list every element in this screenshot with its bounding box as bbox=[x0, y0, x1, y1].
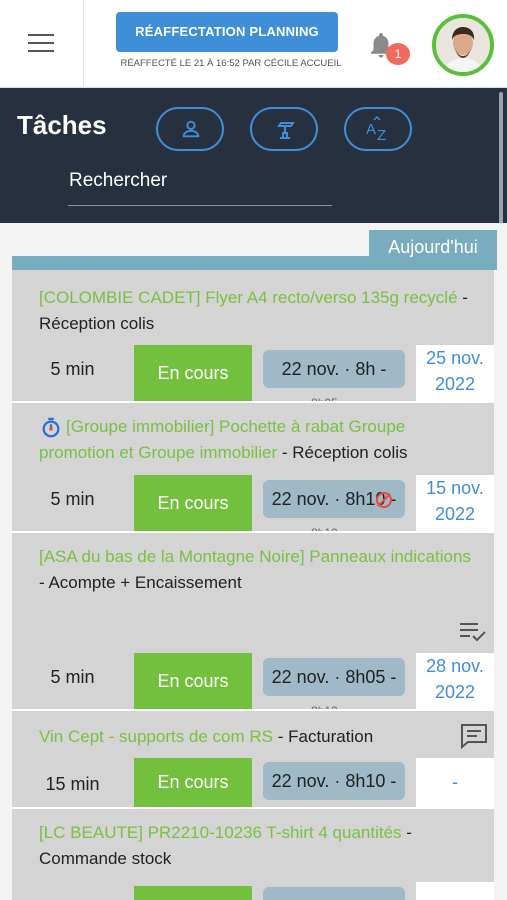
task-title: [COLOMBIE CADET] Flyer A4 recto/verso 13… bbox=[39, 285, 479, 337]
task-client: Vin Cept - supports de com RS bbox=[39, 727, 274, 746]
avatar[interactable] bbox=[432, 14, 494, 76]
search-input[interactable]: Rechercher bbox=[69, 170, 167, 192]
menu-icon[interactable] bbox=[28, 34, 54, 54]
status-button[interactable] bbox=[134, 886, 252, 900]
filter-machine-button[interactable] bbox=[250, 107, 318, 151]
search-underline bbox=[68, 205, 332, 206]
task-duration: 5 min bbox=[50, 359, 95, 379]
task-item[interactable]: [COLOMBIE CADET] Flyer A4 recto/verso 13… bbox=[12, 270, 494, 402]
user-icon bbox=[182, 120, 200, 138]
status-button[interactable]: En cours bbox=[134, 475, 252, 531]
top-bar: RÉAFFECTATION PLANNING RÉAFFECTÉ LE 21 À… bbox=[0, 0, 507, 88]
user-photo bbox=[436, 18, 490, 72]
today-tab[interactable]: Aujourd'hui bbox=[369, 230, 497, 264]
task-client: [ASA du bas de la Montagne Noire] Pannea… bbox=[39, 547, 471, 566]
svg-text:A: A bbox=[366, 121, 376, 138]
alarm-icon bbox=[376, 492, 392, 508]
task-client: [LC BEAUTE] PR2210-10236 T-shirt 4 quant… bbox=[39, 823, 402, 842]
start-date bbox=[263, 887, 405, 900]
start-date: 22 nov. · 8h - bbox=[263, 350, 405, 388]
filter-sort-button[interactable]: A Z bbox=[344, 107, 412, 151]
task-item[interactable]: [LC BEAUTE] PR2210-10236 T-shirt 4 quant… bbox=[12, 809, 494, 900]
task-client: [COLOMBIE CADET] Flyer A4 recto/verso 13… bbox=[39, 288, 458, 307]
task-title: [LC BEAUTE] PR2210-10236 T-shirt 4 quant… bbox=[39, 820, 479, 872]
drill-icon bbox=[277, 122, 295, 139]
due-date: 28 nov. 2022 bbox=[416, 653, 494, 709]
divider bbox=[83, 0, 84, 88]
filter-user-button[interactable] bbox=[156, 107, 224, 151]
due-date bbox=[416, 882, 494, 900]
sort-az-icon: A Z bbox=[366, 116, 386, 144]
svg-text:Z: Z bbox=[377, 127, 386, 144]
task-step: - Réception colis bbox=[277, 443, 408, 462]
task-item[interactable]: [ASA du bas de la Montagne Noire] Pannea… bbox=[12, 533, 494, 709]
status-button[interactable]: En cours bbox=[134, 758, 252, 807]
task-duration: 5 min bbox=[50, 667, 95, 687]
task-duration: 5 min bbox=[50, 489, 95, 509]
status-button[interactable]: En cours bbox=[134, 653, 252, 709]
task-step: - Acompte + Encaissement bbox=[39, 573, 242, 592]
task-title: [Groupe immobilier] Pochette à rabat Gro… bbox=[39, 414, 479, 466]
start-date: 22 nov. · 8h05 - bbox=[263, 658, 405, 696]
scrollbar[interactable] bbox=[499, 92, 503, 232]
due-date: 25 nov. 2022 bbox=[416, 345, 494, 402]
task-title: Vin Cept - supports de com RS - Facturat… bbox=[39, 724, 479, 750]
task-duration: 15 min bbox=[45, 774, 100, 794]
page-title: Tâches bbox=[17, 110, 107, 140]
task-step: - Facturation bbox=[273, 727, 374, 746]
due-date: 15 nov. 2022 bbox=[416, 475, 494, 531]
status-button[interactable]: En cours bbox=[134, 345, 252, 401]
tasks-header bbox=[0, 88, 507, 223]
start-date: 22 nov. · 8h10 - bbox=[263, 762, 405, 800]
reassign-info: RÉAFFECTÉ LE 21 À 16:52 PAR CÉCILE ACCUE… bbox=[120, 58, 342, 69]
comment-icon[interactable] bbox=[460, 723, 488, 749]
reassign-planning-button[interactable]: RÉAFFECTATION PLANNING bbox=[116, 12, 338, 52]
due-date: - bbox=[416, 758, 494, 807]
checklist-icon[interactable] bbox=[458, 619, 488, 643]
task-item[interactable]: Vin Cept - supports de com RS - Facturat… bbox=[12, 711, 494, 807]
task-item[interactable]: [Groupe immobilier] Pochette à rabat Gro… bbox=[12, 403, 494, 531]
task-title: [ASA du bas de la Montagne Noire] Pannea… bbox=[39, 544, 479, 596]
notification-badge: 1 bbox=[386, 43, 410, 65]
